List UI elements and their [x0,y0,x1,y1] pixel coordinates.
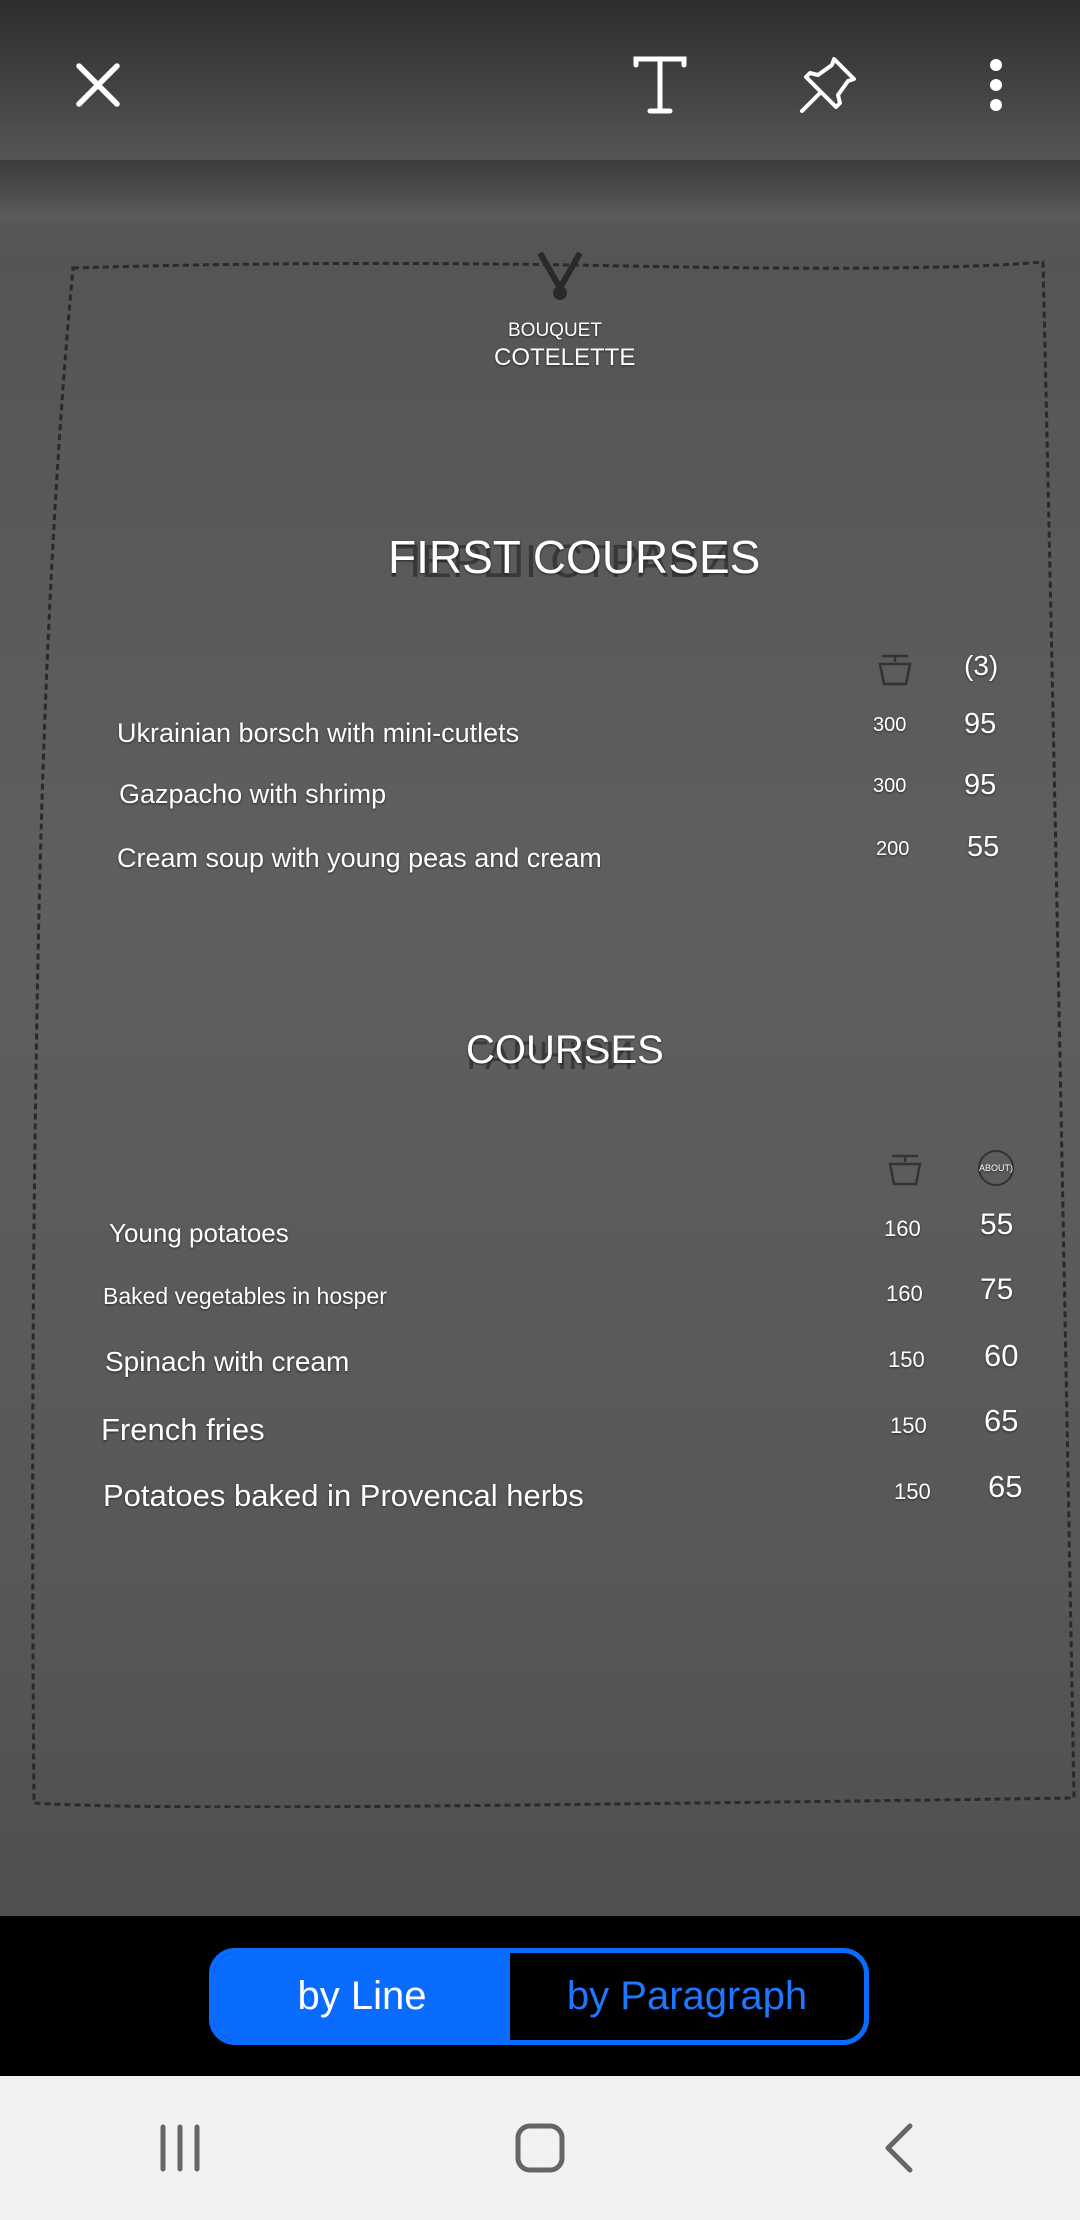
close-button[interactable] [53,40,143,130]
menu-item-weight: 160 [884,1216,921,1241]
home-icon [515,2123,565,2173]
paper-edge [0,160,1080,220]
price-header-icon: ABOUT) [978,1150,1014,1186]
recents-icon [160,2124,200,2172]
home-button[interactable] [470,2098,610,2198]
menu-item-weight: 150 [888,1347,925,1372]
menu-item-name: Gazpacho with shrimp [119,779,387,809]
menu-item-price: 55 [980,1208,1014,1241]
menu-item-weight: 200 [876,838,910,860]
more-vert-icon [990,59,1002,111]
menu-item-price: 75 [980,1273,1014,1306]
menu-item-price: 95 [964,769,997,801]
text-icon [633,56,687,114]
menu-item-name: French fries [101,1412,265,1447]
menu-item-price: 55 [967,831,1000,863]
brand-line1: BOUQUET [508,320,602,341]
pin-button[interactable] [783,40,873,130]
menu-item-name: Spinach with cream [105,1346,350,1377]
brand-line2: COTELETTE [494,344,636,371]
back-button[interactable] [830,2098,970,2198]
section2-title: COURSES [466,1028,664,1072]
menu-item-name: Baked vegetables in hosper [103,1283,387,1309]
menu-item-name: Ukrainian borsch with mini-cutlets [117,718,520,748]
text-mode-button[interactable] [615,40,705,130]
menu-item-weight: 150 [894,1479,931,1504]
system-nav-bar [0,2076,1080,2220]
menu-item-name: Young potatoes [109,1218,289,1248]
translate-mode-toggle: by Line by Paragraph [209,1948,869,2045]
menu-item-weight: 300 [873,775,907,797]
close-icon [76,63,120,107]
menu-item-price: 65 [984,1403,1019,1438]
menu-item-price: 95 [964,708,997,740]
menu-item-name: Potatoes baked in Provencal herbs [103,1478,584,1513]
logo-icon [520,248,600,308]
section2-price-header: ABOUT) [979,1163,1014,1173]
weight-scale-icon [876,650,914,686]
more-options-button[interactable] [951,40,1041,130]
menu-item-price: 60 [984,1338,1019,1373]
by-paragraph-tab[interactable]: by Paragraph [510,1953,864,2040]
pin-icon [800,57,856,113]
camera-photo: BOUQUET COTELETTE ПЕРШІ СТРАВИ FIRST COU… [0,0,1080,1916]
menu-item-name: Cream soup with young peas and cream [117,843,602,873]
menu-item-price: 65 [988,1469,1023,1504]
by-line-tab[interactable]: by Line [214,1953,510,2040]
section1-price-header: (3) [964,650,999,681]
menu-item-weight: 160 [886,1281,923,1306]
weight-scale-icon [886,1150,924,1186]
section1-title: FIRST COURSES [388,531,761,583]
menu-item-weight: 300 [873,714,907,736]
recent-apps-button[interactable] [110,2098,250,2198]
back-icon [885,2123,913,2173]
menu-item-weight: 150 [890,1413,927,1438]
